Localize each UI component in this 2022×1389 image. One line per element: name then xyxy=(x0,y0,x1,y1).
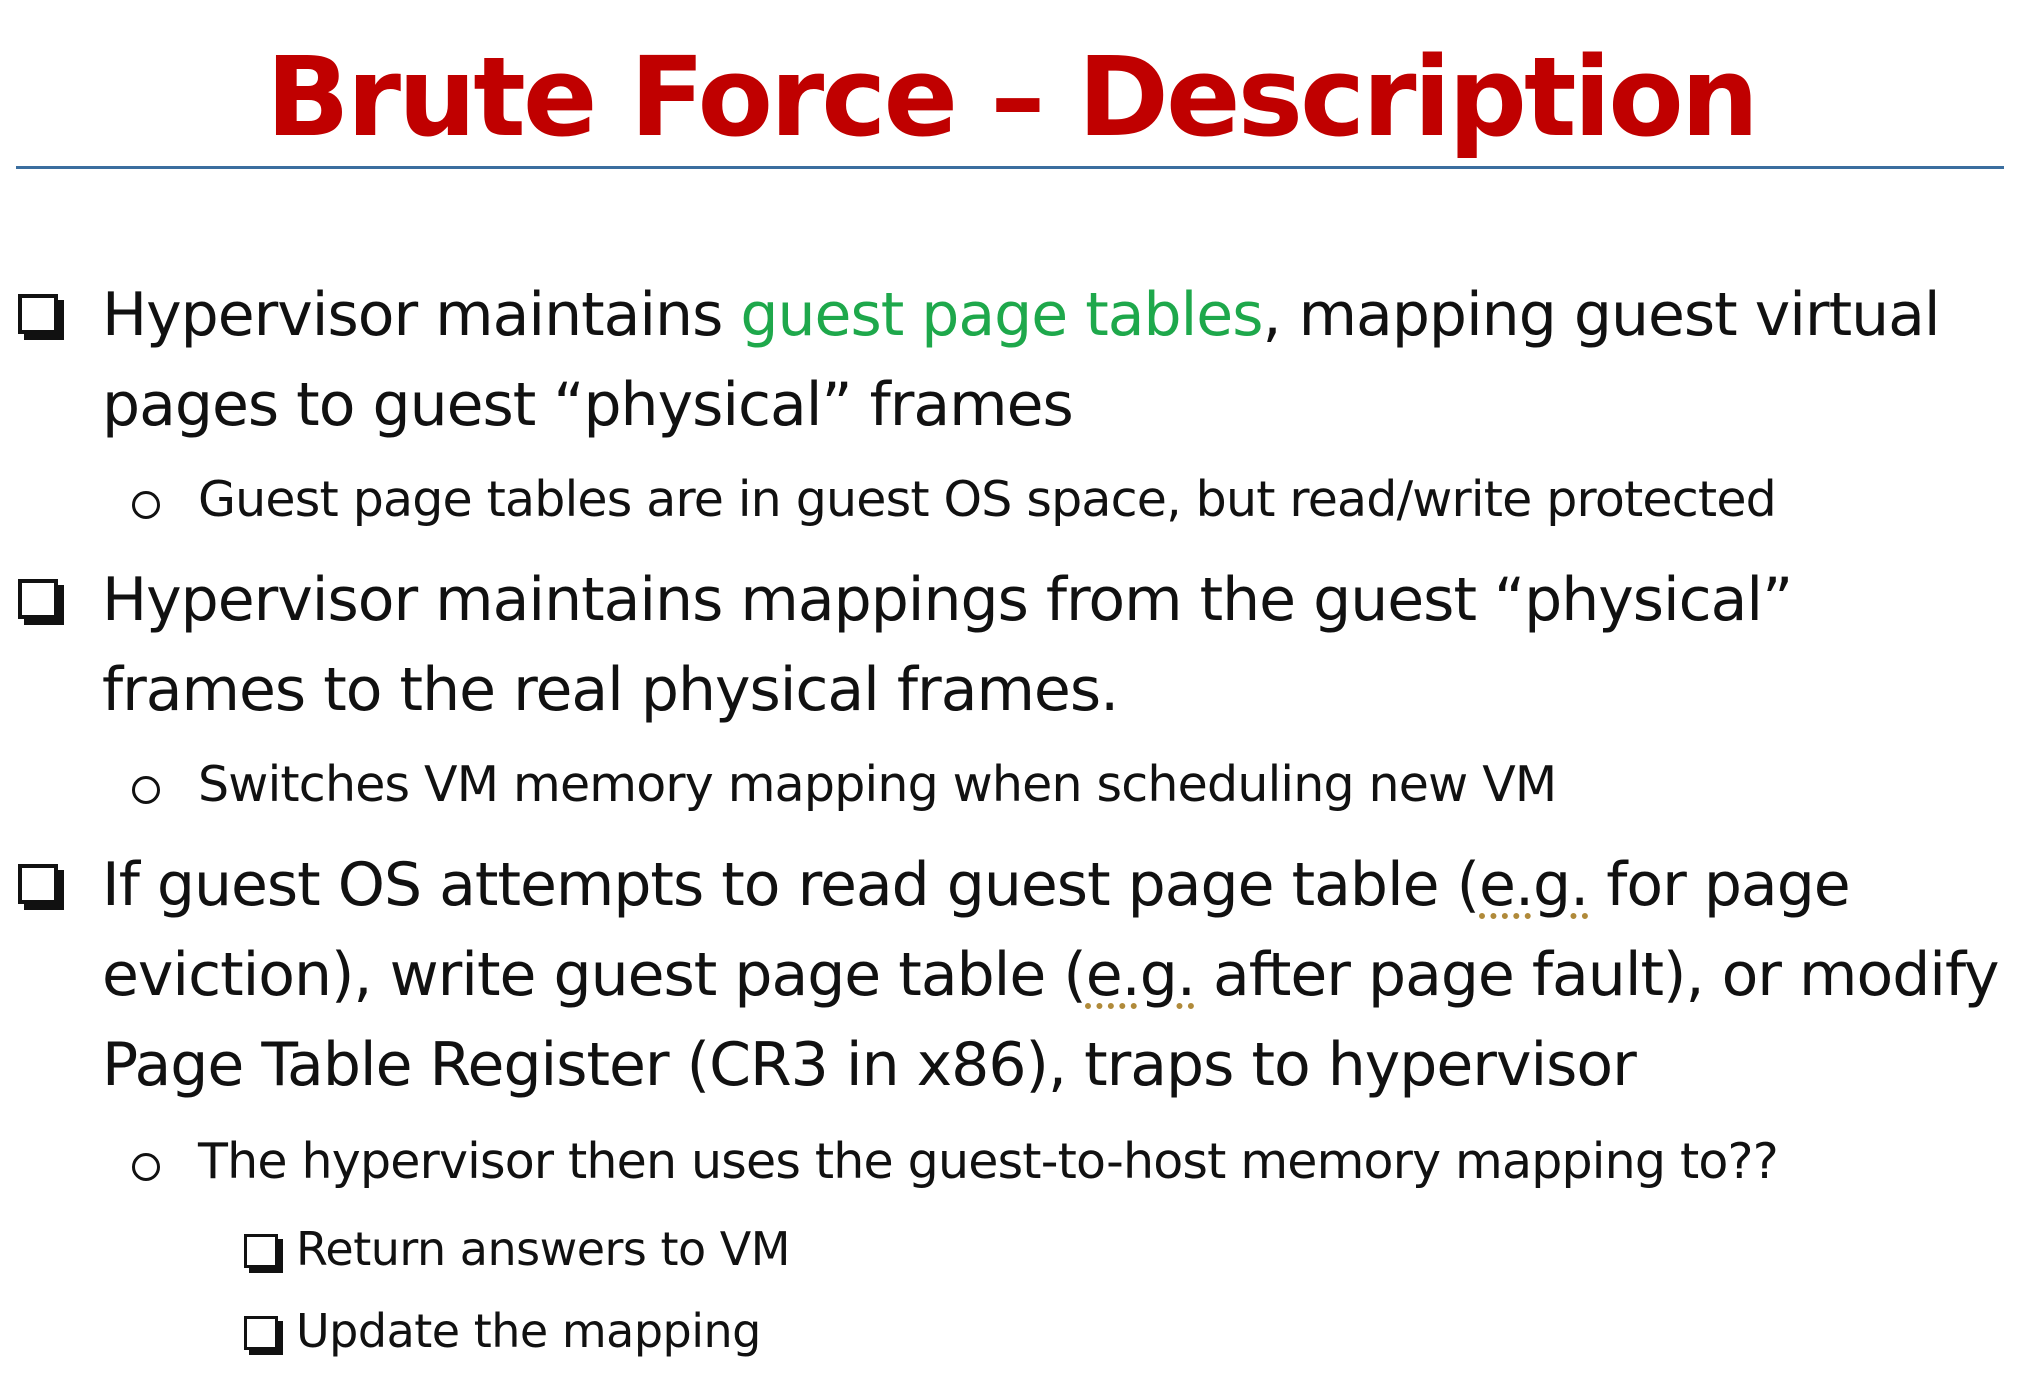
sub-bullet-switches-vm-mapping: Switches VM memory mapping when scheduli… xyxy=(132,750,2012,820)
bullet-text: Hypervisor maintains mappings from the g… xyxy=(102,565,1793,725)
highlight-guest-page-tables: guest page tables xyxy=(740,280,1263,350)
checkbox-bullet-icon xyxy=(18,294,58,334)
sub-sub-bullet-update-mapping: Update the mapping xyxy=(244,1300,1944,1362)
sub-sub-bullet-text: Update the mapping xyxy=(296,1304,761,1358)
checkbox-bullet-icon xyxy=(18,579,58,619)
bullet-guest-page-tables: Hypervisor maintains guest page tables, … xyxy=(18,270,2008,450)
bullet-text: If guest OS attempts to read guest page … xyxy=(102,840,2008,1110)
sub-bullet-guest-to-host-mapping: The hypervisor then uses the guest-to-ho… xyxy=(132,1127,2012,1197)
sub-bullet-text: Guest page tables are in guest OS space,… xyxy=(198,471,1777,528)
title-divider xyxy=(16,166,2004,169)
sub-bullet-text: Switches VM memory mapping when scheduli… xyxy=(198,756,1557,813)
bullet-physical-frame-mapping: Hypervisor maintains mappings from the g… xyxy=(18,555,2008,735)
eg-abbreviation: e.g. xyxy=(1479,850,1589,920)
bullet-traps-to-hypervisor: If guest OS attempts to read guest page … xyxy=(18,840,2008,1110)
sub-sub-bullet-return-answers: Return answers to VM xyxy=(244,1218,1944,1280)
checkbox-bullet-icon xyxy=(244,1234,278,1268)
checkbox-bullet-icon xyxy=(244,1316,278,1350)
circle-bullet-icon xyxy=(132,491,160,519)
bullet-text: Hypervisor maintains guest page tables, … xyxy=(102,270,2008,450)
sub-bullet-text: The hypervisor then uses the guest-to-ho… xyxy=(198,1133,1779,1190)
slide-title: Brute Force – Description xyxy=(265,33,1759,161)
sub-sub-bullet-text: Return answers to VM xyxy=(296,1222,790,1276)
circle-bullet-icon xyxy=(132,1153,160,1181)
sub-bullet-read-write-protected: Guest page tables are in guest OS space,… xyxy=(132,465,2012,535)
checkbox-bullet-icon xyxy=(18,864,58,904)
circle-bullet-icon xyxy=(132,776,160,804)
bullet-text-prefix: Hypervisor maintains xyxy=(102,280,741,350)
eg-abbreviation: e.g. xyxy=(1085,940,1196,1010)
bullet-text-part1: If guest OS attempts to read guest page … xyxy=(102,850,1480,920)
